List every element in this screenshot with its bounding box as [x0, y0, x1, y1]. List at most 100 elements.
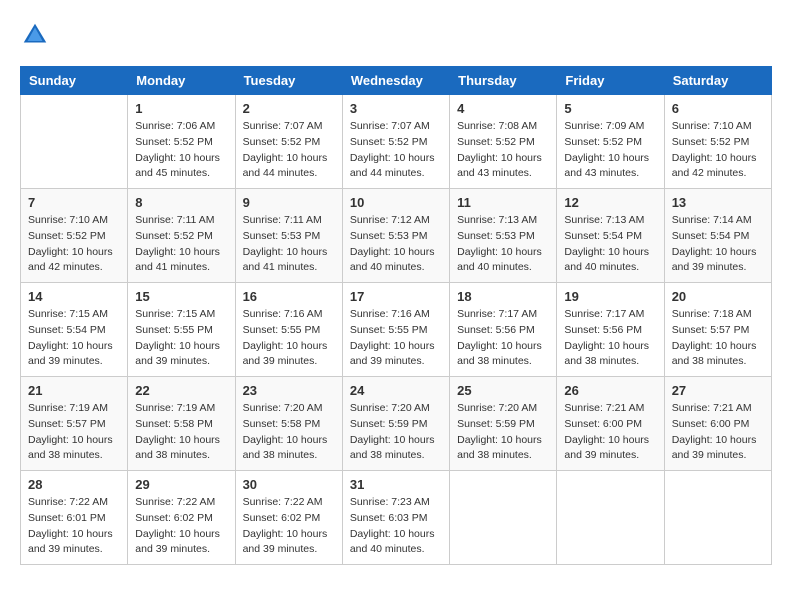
calendar-week-row: 21 Sunrise: 7:19 AM Sunset: 5:57 PM Dayli…	[21, 377, 772, 471]
day-number: 24	[350, 383, 442, 398]
day-number: 6	[672, 101, 764, 116]
day-info: Sunrise: 7:11 AM Sunset: 5:52 PM Dayligh…	[135, 213, 227, 276]
calendar-cell: 14Sunrise: 7:15 AM Sunset: 5:54 PM Dayli…	[21, 283, 128, 377]
day-info: Sunrise: 7:09 AM Sunset: 5:52 PM Dayligh…	[564, 119, 656, 182]
calendar-cell: 31Sunrise: 7:23 AM Sunset: 6:03 PM Dayli…	[342, 471, 449, 565]
calendar-header-row: SundayMondayTuesdayWednesdayThursdayFrid…	[21, 67, 772, 95]
calendar-cell: 6 Sunrise: 7:10 AM Sunset: 5:52 PM Daylig…	[664, 95, 771, 189]
day-number: 26	[564, 383, 656, 398]
calendar-cell: 23 Sunrise: 7:20 AM Sunset: 5:58 PM Dayli…	[235, 377, 342, 471]
calendar-header-monday: Monday	[128, 67, 235, 95]
calendar-cell: 30 Sunrise: 7:22 AM Sunset: 6:02 PM Dayli…	[235, 471, 342, 565]
day-number: 22	[135, 383, 227, 398]
page-header	[20, 20, 772, 50]
day-number: 15	[135, 289, 227, 304]
calendar-table: SundayMondayTuesdayWednesdayThursdayFrid…	[20, 66, 772, 565]
day-number: 17	[350, 289, 442, 304]
calendar-week-row: 14Sunrise: 7:15 AM Sunset: 5:54 PM Dayli…	[21, 283, 772, 377]
day-number: 25	[457, 383, 549, 398]
day-info: Sunrise: 7:19 AM Sunset: 5:57 PM Dayligh…	[28, 401, 120, 464]
day-number: 12	[564, 195, 656, 210]
calendar-cell: 17 Sunrise: 7:16 AM Sunset: 5:55 PM Dayli…	[342, 283, 449, 377]
day-info: Sunrise: 7:17 AM Sunset: 5:56 PM Dayligh…	[564, 307, 656, 370]
day-info: Sunrise: 7:12 AM Sunset: 5:53 PM Dayligh…	[350, 213, 442, 276]
day-info: Sunrise: 7:21 AM Sunset: 6:00 PM Dayligh…	[564, 401, 656, 464]
day-info: Sunrise: 7:13 AM Sunset: 5:53 PM Dayligh…	[457, 213, 549, 276]
day-info: Sunrise: 7:10 AM Sunset: 5:52 PM Dayligh…	[28, 213, 120, 276]
day-info: Sunrise: 7:22 AM Sunset: 6:02 PM Dayligh…	[135, 495, 227, 558]
logo	[20, 20, 54, 50]
calendar-header-sunday: Sunday	[21, 67, 128, 95]
calendar-cell: 29 Sunrise: 7:22 AM Sunset: 6:02 PM Dayli…	[128, 471, 235, 565]
day-info: Sunrise: 7:16 AM Sunset: 5:55 PM Dayligh…	[350, 307, 442, 370]
calendar-cell: 5 Sunrise: 7:09 AM Sunset: 5:52 PM Daylig…	[557, 95, 664, 189]
day-info: Sunrise: 7:18 AM Sunset: 5:57 PM Dayligh…	[672, 307, 764, 370]
day-info: Sunrise: 7:19 AM Sunset: 5:58 PM Dayligh…	[135, 401, 227, 464]
calendar-header-tuesday: Tuesday	[235, 67, 342, 95]
calendar-cell	[450, 471, 557, 565]
day-number: 29	[135, 477, 227, 492]
day-info: Sunrise: 7:11 AM Sunset: 5:53 PM Dayligh…	[243, 213, 335, 276]
calendar-header-thursday: Thursday	[450, 67, 557, 95]
calendar-cell	[21, 95, 128, 189]
day-number: 10	[350, 195, 442, 210]
calendar-cell: 11 Sunrise: 7:13 AM Sunset: 5:53 PM Dayli…	[450, 189, 557, 283]
calendar-cell: 3Sunrise: 7:07 AM Sunset: 5:52 PM Daylig…	[342, 95, 449, 189]
day-number: 18	[457, 289, 549, 304]
calendar-header-friday: Friday	[557, 67, 664, 95]
calendar-cell	[664, 471, 771, 565]
day-info: Sunrise: 7:21 AM Sunset: 6:00 PM Dayligh…	[672, 401, 764, 464]
day-number: 23	[243, 383, 335, 398]
day-info: Sunrise: 7:07 AM Sunset: 5:52 PM Dayligh…	[350, 119, 442, 182]
calendar-header-saturday: Saturday	[664, 67, 771, 95]
day-info: Sunrise: 7:20 AM Sunset: 5:59 PM Dayligh…	[350, 401, 442, 464]
day-number: 2	[243, 101, 335, 116]
calendar-body: 1 Sunrise: 7:06 AM Sunset: 5:52 PM Daylig…	[21, 95, 772, 565]
calendar-cell: 12 Sunrise: 7:13 AM Sunset: 5:54 PM Dayli…	[557, 189, 664, 283]
day-info: Sunrise: 7:17 AM Sunset: 5:56 PM Dayligh…	[457, 307, 549, 370]
calendar-cell: 28Sunrise: 7:22 AM Sunset: 6:01 PM Dayli…	[21, 471, 128, 565]
day-info: Sunrise: 7:16 AM Sunset: 5:55 PM Dayligh…	[243, 307, 335, 370]
day-info: Sunrise: 7:22 AM Sunset: 6:01 PM Dayligh…	[28, 495, 120, 558]
calendar-cell: 20 Sunrise: 7:18 AM Sunset: 5:57 PM Dayli…	[664, 283, 771, 377]
day-info: Sunrise: 7:20 AM Sunset: 5:59 PM Dayligh…	[457, 401, 549, 464]
calendar-cell: 15 Sunrise: 7:15 AM Sunset: 5:55 PM Dayli…	[128, 283, 235, 377]
day-info: Sunrise: 7:10 AM Sunset: 5:52 PM Dayligh…	[672, 119, 764, 182]
calendar-cell: 1 Sunrise: 7:06 AM Sunset: 5:52 PM Daylig…	[128, 95, 235, 189]
calendar-week-row: 28Sunrise: 7:22 AM Sunset: 6:01 PM Dayli…	[21, 471, 772, 565]
day-number: 8	[135, 195, 227, 210]
day-number: 30	[243, 477, 335, 492]
calendar-cell: 19 Sunrise: 7:17 AM Sunset: 5:56 PM Dayli…	[557, 283, 664, 377]
calendar-cell: 2 Sunrise: 7:07 AM Sunset: 5:52 PM Daylig…	[235, 95, 342, 189]
day-info: Sunrise: 7:14 AM Sunset: 5:54 PM Dayligh…	[672, 213, 764, 276]
day-number: 9	[243, 195, 335, 210]
day-number: 19	[564, 289, 656, 304]
day-number: 11	[457, 195, 549, 210]
day-number: 4	[457, 101, 549, 116]
day-number: 7	[28, 195, 120, 210]
calendar-cell: 26 Sunrise: 7:21 AM Sunset: 6:00 PM Dayli…	[557, 377, 664, 471]
day-number: 1	[135, 101, 227, 116]
day-info: Sunrise: 7:15 AM Sunset: 5:55 PM Dayligh…	[135, 307, 227, 370]
day-info: Sunrise: 7:07 AM Sunset: 5:52 PM Dayligh…	[243, 119, 335, 182]
day-info: Sunrise: 7:06 AM Sunset: 5:52 PM Dayligh…	[135, 119, 227, 182]
day-number: 21	[28, 383, 120, 398]
day-number: 20	[672, 289, 764, 304]
calendar-week-row: 1 Sunrise: 7:06 AM Sunset: 5:52 PM Daylig…	[21, 95, 772, 189]
calendar-cell: 7 Sunrise: 7:10 AM Sunset: 5:52 PM Daylig…	[21, 189, 128, 283]
calendar-cell: 24 Sunrise: 7:20 AM Sunset: 5:59 PM Dayli…	[342, 377, 449, 471]
day-info: Sunrise: 7:22 AM Sunset: 6:02 PM Dayligh…	[243, 495, 335, 558]
day-number: 16	[243, 289, 335, 304]
calendar-cell: 13Sunrise: 7:14 AM Sunset: 5:54 PM Dayli…	[664, 189, 771, 283]
calendar-week-row: 7 Sunrise: 7:10 AM Sunset: 5:52 PM Daylig…	[21, 189, 772, 283]
calendar-cell: 10 Sunrise: 7:12 AM Sunset: 5:53 PM Dayli…	[342, 189, 449, 283]
day-info: Sunrise: 7:15 AM Sunset: 5:54 PM Dayligh…	[28, 307, 120, 370]
calendar-cell: 16 Sunrise: 7:16 AM Sunset: 5:55 PM Dayli…	[235, 283, 342, 377]
calendar-cell: 21 Sunrise: 7:19 AM Sunset: 5:57 PM Dayli…	[21, 377, 128, 471]
calendar-cell	[557, 471, 664, 565]
day-info: Sunrise: 7:13 AM Sunset: 5:54 PM Dayligh…	[564, 213, 656, 276]
day-info: Sunrise: 7:20 AM Sunset: 5:58 PM Dayligh…	[243, 401, 335, 464]
calendar-cell: 4Sunrise: 7:08 AM Sunset: 5:52 PM Daylig…	[450, 95, 557, 189]
calendar-header-wednesday: Wednesday	[342, 67, 449, 95]
day-number: 5	[564, 101, 656, 116]
